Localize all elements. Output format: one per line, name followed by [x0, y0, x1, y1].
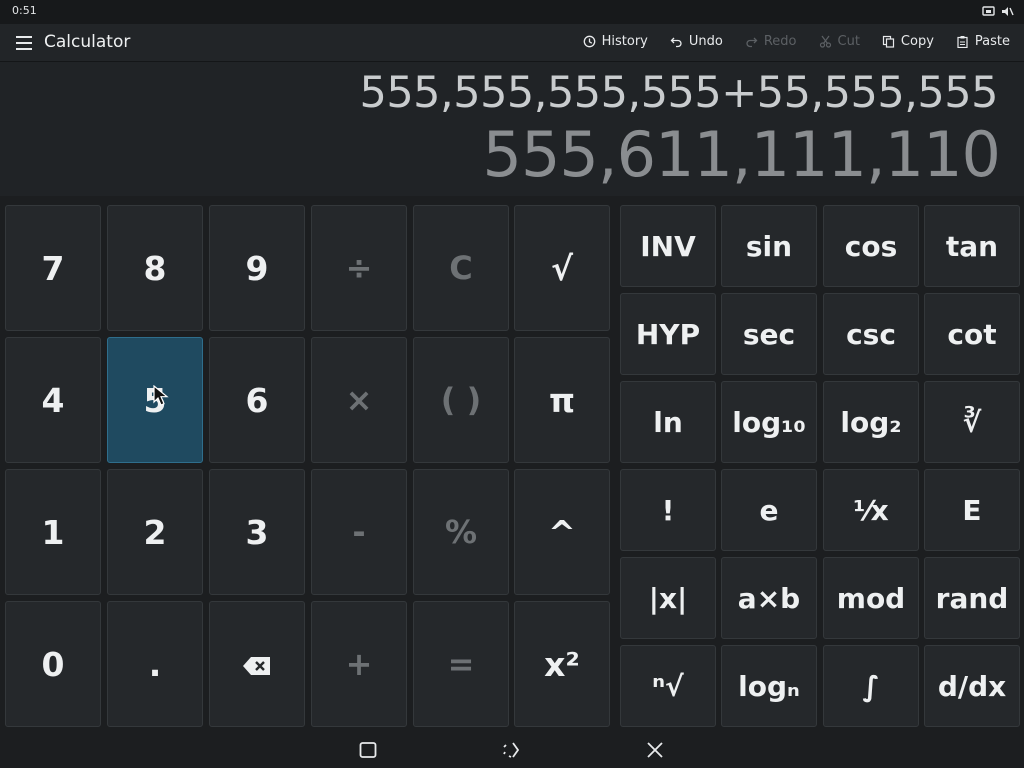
key-derivative[interactable]: d/dx [924, 645, 1020, 727]
key-mod[interactable]: mod [823, 557, 919, 639]
redo-icon [745, 35, 758, 48]
key-hyp[interactable]: HYP [620, 293, 716, 375]
key-csc[interactable]: csc [823, 293, 919, 375]
key-percent[interactable]: % [413, 469, 509, 595]
mute-icon [1001, 5, 1014, 18]
key-e[interactable]: e [721, 469, 817, 551]
history-button[interactable]: History [583, 32, 648, 51]
app-title: Calculator [44, 32, 131, 52]
key-8[interactable]: 8 [107, 205, 203, 331]
copy-label: Copy [900, 34, 934, 49]
redo-label: Redo [763, 34, 797, 49]
key-5[interactable]: 5 [107, 337, 203, 463]
key-2[interactable]: 2 [107, 469, 203, 595]
copy-button[interactable]: Copy [882, 32, 934, 51]
key-ln[interactable]: ln [620, 381, 716, 463]
key-equals[interactable]: = [413, 601, 509, 727]
status-bar: 0:51 [0, 0, 1024, 24]
hamburger-menu-icon[interactable] [14, 32, 36, 54]
redo-button[interactable]: Redo [745, 32, 797, 51]
expression-field[interactable]: 555,555,555,555+55,555,555 [359, 68, 998, 118]
key-6[interactable]: 6 [209, 337, 305, 463]
key-multiply-ab[interactable]: a×b [721, 557, 817, 639]
close-icon[interactable] [645, 740, 667, 760]
key-logn[interactable]: logₙ [721, 645, 817, 727]
key-sqrt[interactable]: √ [514, 205, 610, 331]
paste-icon [956, 35, 969, 48]
cut-label: Cut [837, 34, 860, 49]
paste-button[interactable]: Paste [956, 32, 1010, 51]
key-tan[interactable]: tan [924, 205, 1020, 287]
cut-icon [819, 35, 832, 48]
key-log10[interactable]: log₁₀ [721, 381, 817, 463]
status-time: 0:51 [12, 4, 37, 17]
cut-button[interactable]: Cut [819, 32, 860, 51]
overview-icon[interactable] [358, 740, 380, 760]
key-log2[interactable]: log₂ [823, 381, 919, 463]
result-text: 555,611,111,110 [482, 118, 1001, 191]
paste-label: Paste [974, 34, 1010, 49]
history-label: History [601, 34, 648, 49]
key-exponent[interactable]: E [924, 469, 1020, 551]
key-cot[interactable]: cot [924, 293, 1020, 375]
key-square[interactable]: x² [514, 601, 610, 727]
keypad: 7 8 9 ÷ C √ 4 5 6 × ( ) π 1 2 3 - % ^ 0 … [0, 196, 1024, 732]
key-plus[interactable]: + [311, 601, 407, 727]
key-reciprocal[interactable]: ⅟x [823, 469, 919, 551]
key-parentheses[interactable]: ( ) [413, 337, 509, 463]
key-sec[interactable]: sec [721, 293, 817, 375]
key-cube-root[interactable]: ∛ [924, 381, 1020, 463]
key-backspace[interactable] [209, 601, 305, 727]
undo-label: Undo [688, 34, 723, 49]
key-rand[interactable]: rand [924, 557, 1020, 639]
key-divide[interactable]: ÷ [311, 205, 407, 331]
key-pi[interactable]: π [514, 337, 610, 463]
key-nth-root[interactable]: ⁿ√ [620, 645, 716, 727]
app-toolbar: Calculator History Undo Redo Cut Copy Pa… [0, 24, 1024, 62]
screen-rotation-icon [982, 5, 995, 18]
key-integral[interactable]: ∫ [823, 645, 919, 727]
key-9[interactable]: 9 [209, 205, 305, 331]
undo-button[interactable]: Undo [670, 32, 723, 51]
calculator-display: 555,555,555,555+55,555,555 555,611,111,1… [0, 62, 1024, 196]
key-3[interactable]: 3 [209, 469, 305, 595]
rotate-icon[interactable] [501, 740, 523, 760]
key-7[interactable]: 7 [5, 205, 101, 331]
toolbar-actions: History Undo Redo Cut Copy Paste [561, 32, 1010, 51]
key-4[interactable]: 4 [5, 337, 101, 463]
key-clear[interactable]: C [413, 205, 509, 331]
copy-icon [882, 35, 895, 48]
key-abs[interactable]: |x| [620, 557, 716, 639]
key-cos[interactable]: cos [823, 205, 919, 287]
status-icons [982, 5, 1014, 18]
key-minus[interactable]: - [311, 469, 407, 595]
key-1[interactable]: 1 [5, 469, 101, 595]
key-inv[interactable]: INV [620, 205, 716, 287]
navigation-bar [0, 732, 1024, 768]
key-power[interactable]: ^ [514, 469, 610, 595]
key-factorial[interactable]: ! [620, 469, 716, 551]
key-0[interactable]: 0 [5, 601, 101, 727]
key-sin[interactable]: sin [721, 205, 817, 287]
undo-icon [670, 35, 683, 48]
key-decimal[interactable]: . [107, 601, 203, 727]
backspace-icon [242, 645, 272, 684]
history-icon [583, 35, 596, 48]
key-multiply[interactable]: × [311, 337, 407, 463]
